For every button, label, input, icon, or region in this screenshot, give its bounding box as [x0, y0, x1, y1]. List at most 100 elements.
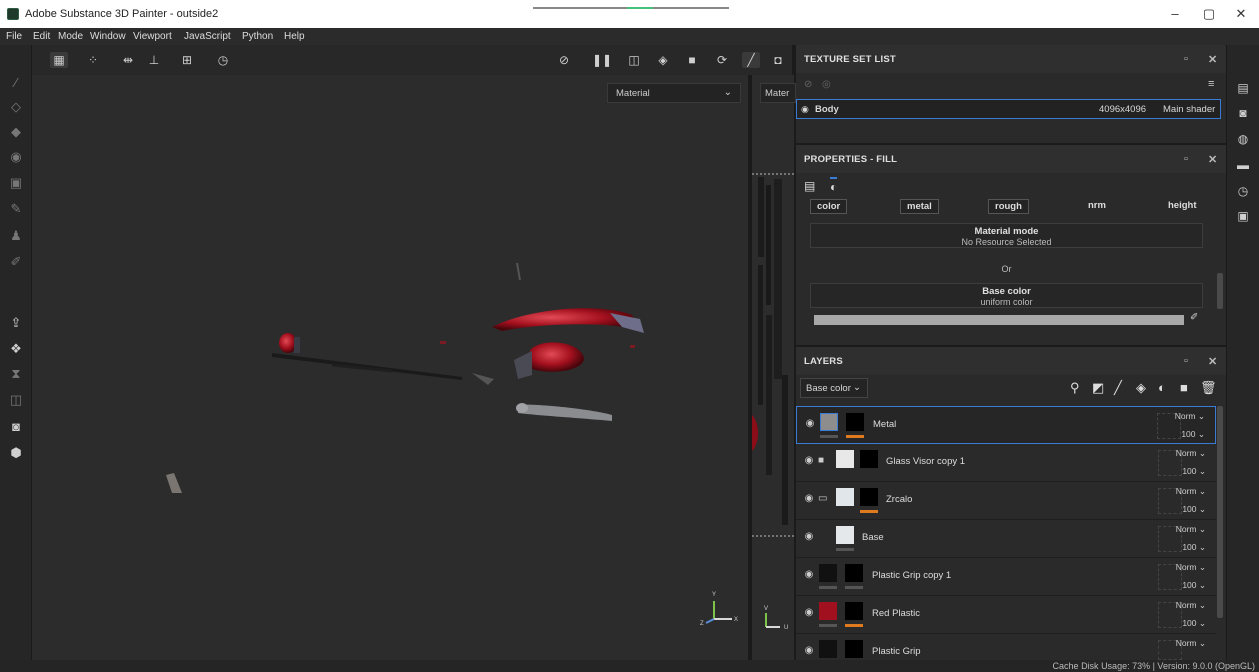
- opacity-field[interactable]: 100 ⌄: [1182, 580, 1206, 591]
- menu-help[interactable]: Help: [284, 31, 305, 42]
- eye-icon[interactable]: ◉: [803, 531, 815, 543]
- opacity-field[interactable]: 100 ⌄: [1182, 466, 1206, 477]
- close-icon[interactable]: ✕: [1208, 355, 1217, 368]
- history-icon[interactable]: ◷: [1235, 183, 1251, 199]
- eyedropper-icon[interactable]: ✐: [1190, 312, 1198, 323]
- blend-mode-select[interactable]: Norm ⌄: [1176, 638, 1206, 649]
- add-paint-layer-icon[interactable]: ╱: [1114, 380, 1122, 396]
- menu-javascript[interactable]: JavaScript: [184, 31, 231, 42]
- layer-row[interactable]: ◉ Plastic Grip Norm ⌄: [796, 634, 1216, 660]
- shader-settings-icon[interactable]: ◍: [1235, 131, 1251, 147]
- eye-icon[interactable]: ◉: [801, 104, 809, 115]
- eye-icon[interactable]: ◉: [803, 645, 815, 657]
- camera-icon[interactable]: ■: [683, 52, 701, 68]
- symmetry-icon[interactable]: ⇹: [119, 52, 137, 68]
- assets-icon[interactable]: ▬: [1235, 157, 1251, 173]
- channel-select[interactable]: Base color ⌄: [800, 378, 868, 398]
- eye-icon[interactable]: ◉: [803, 607, 815, 619]
- layer-row[interactable]: ◉ ▭ Zrcalo Norm ⌄ 100 ⌄: [796, 482, 1216, 520]
- channel-rough-button[interactable]: rough: [988, 199, 1029, 214]
- eye-icon[interactable]: ◉: [803, 493, 815, 505]
- mask-icon[interactable]: ◫: [8, 392, 24, 408]
- split-view-icon[interactable]: ◫: [625, 52, 643, 68]
- link-icon[interactable]: ⊘: [804, 79, 812, 90]
- viewport-2d[interactable]: Mater V U: [750, 75, 796, 660]
- add-icon[interactable]: ⊞: [178, 52, 196, 68]
- menu-window[interactable]: Window: [90, 31, 126, 42]
- undock-icon[interactable]: ▫: [1184, 355, 1188, 367]
- blend-mode-select[interactable]: Norm ⌄: [1176, 448, 1206, 459]
- minimize-button[interactable]: –: [1160, 4, 1190, 24]
- texture-set-row[interactable]: ◉ Body 4096x4096 Main shader: [796, 99, 1221, 119]
- add-mask-icon[interactable]: ◩: [1092, 380, 1104, 396]
- visibility-icon[interactable]: ◎: [822, 79, 831, 90]
- bake-icon[interactable]: ❖: [8, 341, 24, 357]
- lighting-icon[interactable]: ⟳: [713, 52, 731, 68]
- display-settings-icon[interactable]: ◙: [1235, 105, 1251, 121]
- layer-row[interactable]: ◉ Red Plastic Norm ⌄ 100 ⌄: [796, 596, 1216, 634]
- properties-scrollbar[interactable]: [1217, 273, 1223, 309]
- eye-icon[interactable]: ◉: [803, 569, 815, 581]
- menu-file[interactable]: File: [6, 31, 22, 42]
- clone-stamp-icon[interactable]: ♟: [8, 228, 24, 244]
- geometry-mask-icon[interactable]: ◉: [8, 149, 24, 165]
- log-icon[interactable]: ▣: [1235, 208, 1251, 224]
- undock-icon[interactable]: ▫: [1184, 53, 1188, 65]
- smudge-icon[interactable]: ✎: [8, 201, 24, 217]
- opacity-field[interactable]: 100 ⌄: [1181, 429, 1205, 440]
- close-icon[interactable]: ✕: [1208, 153, 1217, 166]
- fill-properties-tab-icon[interactable]: ▤: [804, 179, 815, 193]
- viewport-3d[interactable]: Material ⌄ Y X Z: [32, 75, 748, 660]
- menu-viewport[interactable]: Viewport: [133, 31, 172, 42]
- hide-icon[interactable]: ⊘: [555, 52, 573, 68]
- material-tab-icon[interactable]: ◐: [830, 177, 838, 194]
- close-window-button[interactable]: ✕: [1226, 4, 1256, 24]
- blend-mode-select[interactable]: Norm ⌄: [1176, 524, 1206, 535]
- align-icon[interactable]: ⊥: [145, 52, 163, 68]
- eye-icon[interactable]: ◉: [803, 455, 815, 467]
- channel-color-button[interactable]: color: [810, 199, 848, 214]
- grid-view-icon[interactable]: ▦: [50, 52, 68, 68]
- maximize-button[interactable]: ▢: [1194, 4, 1224, 24]
- blend-mode-select[interactable]: Norm ⌄: [1176, 600, 1206, 611]
- base-color-swatch[interactable]: [814, 315, 1184, 325]
- object-icon[interactable]: ◈: [654, 52, 672, 68]
- menu-edit[interactable]: Edit: [33, 31, 50, 42]
- layer-row[interactable]: ◉ Base Norm ⌄ 100 ⌄: [796, 520, 1216, 558]
- shelf-icon[interactable]: ⬢: [8, 445, 24, 461]
- add-smart-material-icon[interactable]: ◐: [1158, 380, 1166, 395]
- opacity-field[interactable]: 100 ⌄: [1182, 618, 1206, 629]
- add-effect-icon[interactable]: ⚲: [1070, 380, 1080, 396]
- layers-scrollbar[interactable]: [1217, 406, 1223, 618]
- opacity-field[interactable]: 100 ⌄: [1182, 504, 1206, 515]
- base-color-field[interactable]: Base color uniform color: [810, 283, 1203, 308]
- layer-row[interactable]: ◉ Plastic Grip copy 1 Norm ⌄ 100 ⌄: [796, 558, 1216, 596]
- color-picker-icon[interactable]: ✐: [8, 254, 24, 270]
- snapshot-icon[interactable]: ◘: [769, 52, 787, 68]
- menu-python[interactable]: Python: [242, 31, 273, 42]
- hourglass-icon[interactable]: ⧗: [8, 366, 24, 382]
- history-icon[interactable]: ◷: [214, 52, 232, 68]
- opacity-field[interactable]: 100 ⌄: [1182, 542, 1206, 553]
- layer-row[interactable]: ◉ Metal Norm ⌄ 100 ⌄: [796, 406, 1216, 444]
- blend-mode-select[interactable]: Norm ⌄: [1176, 562, 1206, 573]
- eraser-icon[interactable]: ◇: [8, 99, 24, 115]
- menu-mode[interactable]: Mode: [58, 31, 83, 42]
- delete-layer-icon[interactable]: 🗑: [1200, 380, 1217, 396]
- layer-row[interactable]: ◉ ■ Glass Visor copy 1 Norm ⌄ 100 ⌄: [796, 444, 1216, 482]
- channel-metal-button[interactable]: metal: [900, 199, 939, 214]
- add-folder-icon[interactable]: ■: [1180, 380, 1188, 395]
- undock-icon[interactable]: ▫: [1184, 153, 1188, 165]
- polygon-fill-icon[interactable]: ▣: [8, 175, 24, 191]
- eye-icon[interactable]: ◉: [804, 418, 816, 430]
- blend-mode-select[interactable]: Norm ⌄: [1176, 486, 1206, 497]
- channel-height-button[interactable]: height: [1162, 199, 1203, 214]
- pause-icon[interactable]: ❚❚: [592, 52, 612, 68]
- settings-menu-icon[interactable]: ≡: [1208, 78, 1214, 90]
- paint-brush-icon[interactable]: ⁄: [8, 75, 24, 91]
- material-mode-field[interactable]: Material mode No Resource Selected: [810, 223, 1203, 248]
- add-fill-layer-icon[interactable]: ◈: [1136, 380, 1146, 396]
- channel-nrm-button[interactable]: nrm: [1082, 199, 1112, 214]
- screenshot-icon[interactable]: ◙: [8, 419, 24, 435]
- close-icon[interactable]: ✕: [1208, 53, 1217, 66]
